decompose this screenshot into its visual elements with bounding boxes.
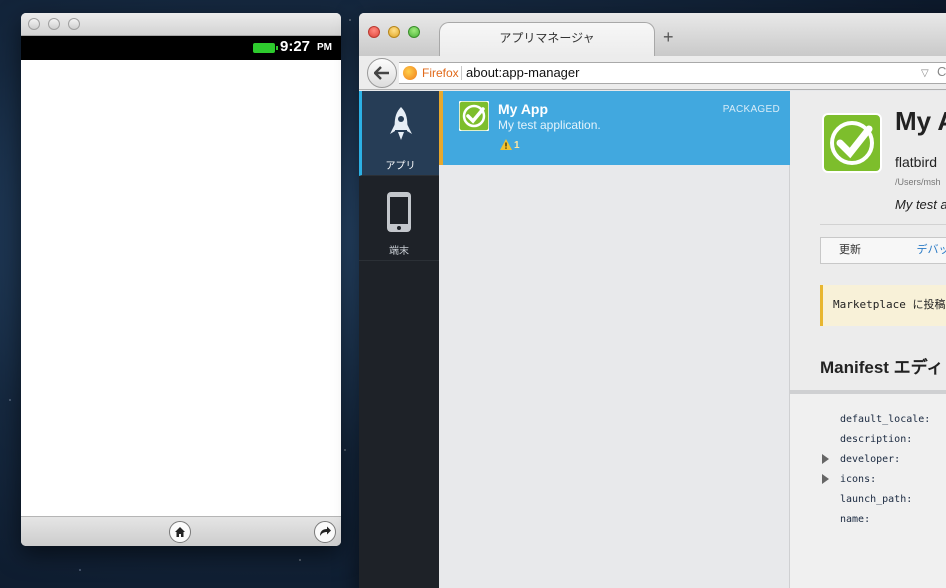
tab-app-manager[interactable]: アプリマネージャ bbox=[439, 22, 655, 56]
firefox-window: アプリマネージャ + Firefox about:app-manager ▽ C… bbox=[359, 13, 946, 588]
app-type-badge: PACKAGED bbox=[722, 104, 780, 115]
manifest-key: icons: bbox=[840, 474, 877, 485]
list-item[interactable]: My App My test application. PACKAGED 1 bbox=[439, 91, 790, 165]
manifest-row[interactable]: developer: bbox=[790, 450, 946, 470]
back-button[interactable] bbox=[367, 58, 397, 88]
app-list: My App My test application. PACKAGED 1 bbox=[439, 91, 790, 588]
warning-count: 1 bbox=[514, 140, 520, 151]
app-description: My test application. bbox=[498, 118, 601, 132]
minimize-window-button[interactable] bbox=[388, 26, 400, 38]
url-text[interactable]: about:app-manager bbox=[466, 63, 579, 83]
app-path: /Users/msh bbox=[895, 177, 941, 187]
back-arrow-icon bbox=[374, 66, 389, 80]
simulator-toolbar bbox=[21, 516, 341, 546]
url-bar[interactable]: Firefox about:app-manager ▽ C bbox=[399, 62, 946, 84]
manifest-key: launch_path: bbox=[840, 494, 913, 505]
phone-device-icon bbox=[387, 192, 411, 232]
firefox-identity-icon bbox=[403, 66, 417, 80]
reload-icon[interactable]: C bbox=[937, 62, 946, 82]
device-status-bar: 9:27 PM bbox=[21, 36, 341, 60]
url-dropdown-icon[interactable]: ▽ bbox=[921, 64, 929, 84]
manifest-row[interactable]: launch_path: bbox=[790, 490, 946, 510]
app-detail-title: My A bbox=[895, 106, 946, 136]
rocket-icon bbox=[389, 107, 412, 140]
manifest-row[interactable]: description: bbox=[790, 430, 946, 450]
battery-icon bbox=[253, 43, 278, 53]
close-window-button[interactable] bbox=[28, 18, 40, 30]
warning-icon bbox=[500, 139, 512, 150]
app-detail-description: My test a bbox=[895, 197, 946, 212]
manifest-editor-heading: Manifest エディ bbox=[820, 358, 944, 377]
app-detail-panel: My A flatbird /Users/msh My test a 更新 デバ… bbox=[790, 91, 946, 588]
manifest-row[interactable]: icons: bbox=[790, 470, 946, 490]
expand-arrow-icon[interactable] bbox=[822, 454, 829, 464]
app-checkmark-icon bbox=[822, 113, 882, 173]
simulator-titlebar[interactable] bbox=[21, 13, 341, 36]
manifest-row[interactable]: name: bbox=[790, 510, 946, 530]
expand-arrow-icon[interactable] bbox=[822, 474, 829, 484]
identity-label: Firefox bbox=[422, 66, 459, 80]
app-detail-header: My A flatbird /Users/msh My test a 更新 デバ… bbox=[790, 91, 946, 394]
status-ampm: PM bbox=[317, 42, 332, 53]
sidebar-item-label: 端末 bbox=[389, 246, 409, 257]
app-manager-sidebar: アプリ 端末 bbox=[359, 91, 439, 588]
app-checkmark-icon bbox=[459, 101, 489, 131]
manifest-row[interactable]: default_locale: bbox=[790, 410, 946, 430]
divider bbox=[820, 224, 946, 225]
manifest-key: description: bbox=[840, 434, 913, 445]
navigation-bar: Firefox about:app-manager ▽ C bbox=[359, 56, 946, 90]
manifest-key: name: bbox=[840, 514, 871, 525]
zoom-window-button[interactable] bbox=[68, 18, 80, 30]
sidebar-item-device[interactable]: 端末 bbox=[359, 176, 439, 261]
app-developer: flatbird bbox=[895, 154, 938, 170]
rotate-icon bbox=[320, 526, 331, 536]
url-separator bbox=[461, 66, 462, 80]
rotate-button[interactable] bbox=[314, 521, 336, 543]
app-name: My App bbox=[498, 101, 549, 117]
home-icon bbox=[175, 527, 185, 537]
device-screen[interactable] bbox=[21, 60, 341, 516]
manifest-key: developer: bbox=[840, 454, 901, 465]
simulator-window: 9:27 PM bbox=[21, 13, 341, 546]
sidebar-item-apps[interactable]: アプリ bbox=[359, 91, 439, 176]
zoom-window-button[interactable] bbox=[408, 26, 420, 38]
minimize-window-button[interactable] bbox=[48, 18, 60, 30]
debug-button[interactable]: デバッグ bbox=[879, 237, 946, 264]
manifest-editor: default_locale: description: developer: … bbox=[790, 398, 946, 530]
sidebar-item-label: アプリ bbox=[385, 161, 416, 172]
marketplace-notice: Marketplace に投稿 bbox=[820, 285, 946, 326]
close-window-button[interactable] bbox=[368, 26, 380, 38]
tab-bar: アプリマネージャ + bbox=[359, 13, 946, 56]
new-tab-button[interactable]: + bbox=[663, 27, 674, 48]
status-time: 9:27 bbox=[280, 38, 311, 55]
update-button[interactable]: 更新 bbox=[820, 237, 880, 264]
home-button[interactable] bbox=[169, 521, 191, 543]
manifest-key: default_locale: bbox=[840, 414, 931, 425]
